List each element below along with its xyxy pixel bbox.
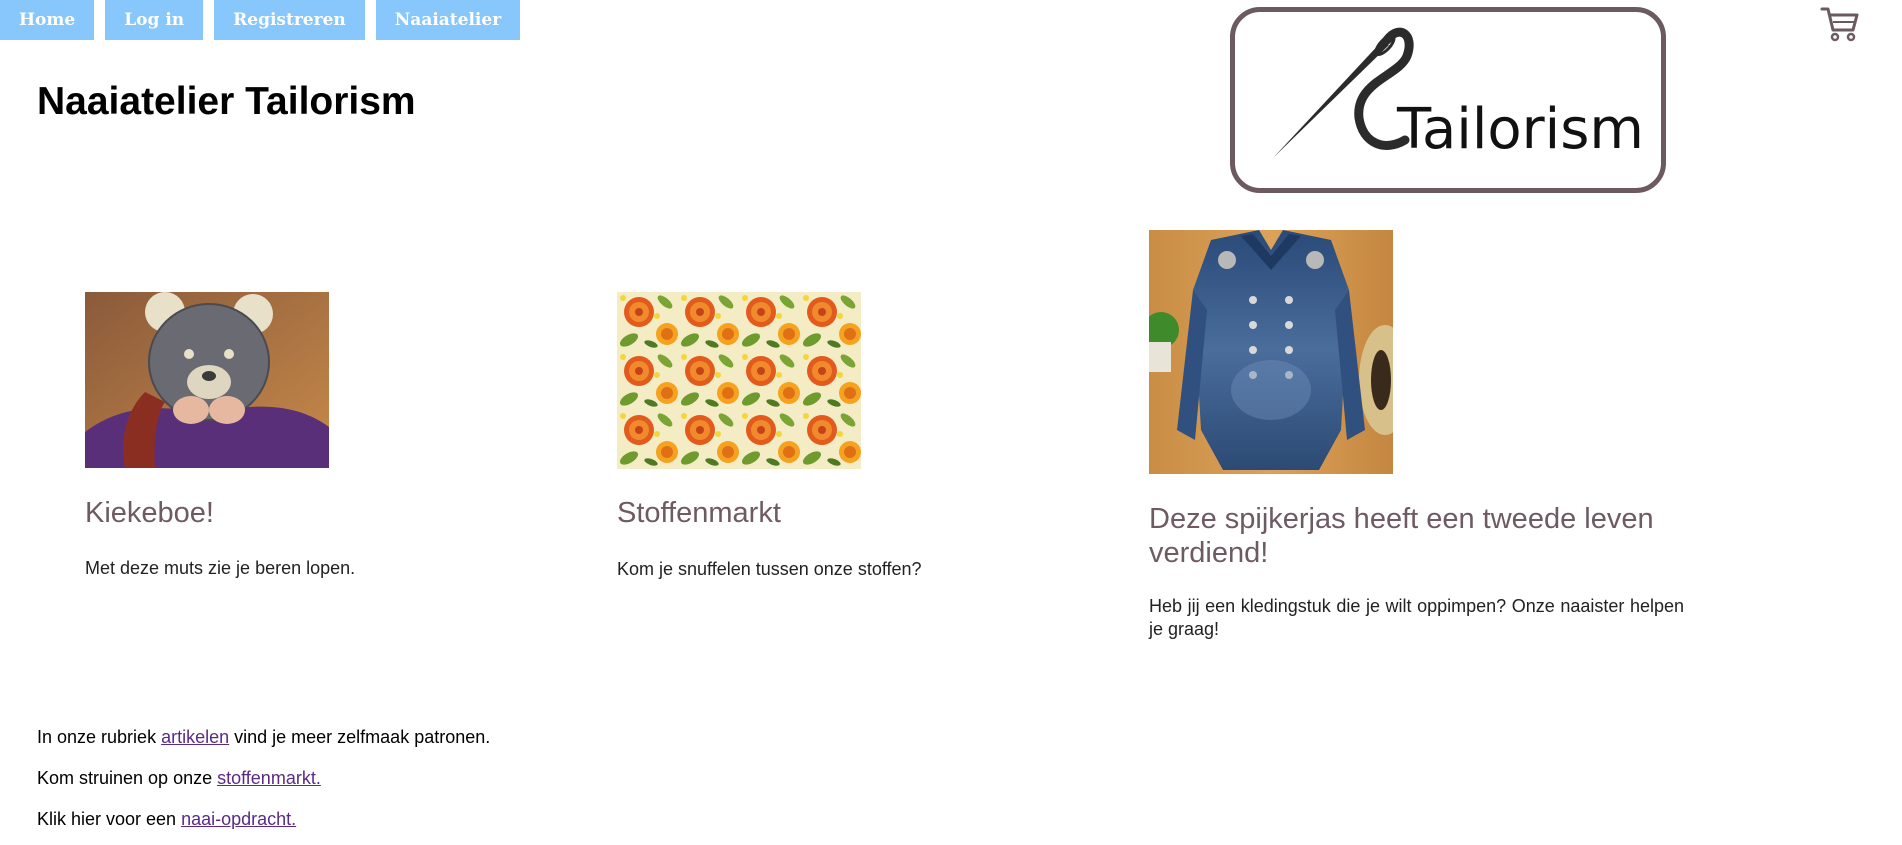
sewing-order-link[interactable]: naai-opdracht. xyxy=(181,809,296,829)
footer-text: Kom struinen op onze xyxy=(37,768,218,788)
page-title: Naaiatelier Tailorism xyxy=(37,80,416,123)
footer-text: In onze rubriek xyxy=(37,727,162,747)
page: Home Log in Registreren Naaiatelier Naai… xyxy=(0,0,1902,845)
logo-text: Tailorism xyxy=(1397,97,1644,162)
footer-line-sewing-order: Klik hier voor een naai-opdracht. xyxy=(37,809,296,830)
nav-home[interactable]: Home xyxy=(0,0,95,40)
shopping-cart-icon[interactable] xyxy=(1820,6,1860,47)
card-text: Kom je snuffelen tussen onze stoffen? xyxy=(617,559,922,579)
top-nav: Home Log in Registreren Naaiatelier xyxy=(0,0,521,40)
articles-link[interactable]: artikelen xyxy=(161,727,229,747)
card-text: Met deze muts zie je beren lopen. xyxy=(85,558,356,578)
nav-atelier[interactable]: Naaiatelier xyxy=(375,0,521,40)
card-title[interactable]: Deze spijkerjas heeft een tweede leven v… xyxy=(1149,502,1689,570)
footer-line-articles: In onze rubriek artikelen vind je meer z… xyxy=(37,727,490,748)
floral-fabric-image[interactable] xyxy=(617,292,861,469)
nav-login[interactable]: Log in xyxy=(105,0,204,40)
footer-line-fabric-market: Kom struinen op onze stoffenmarkt. xyxy=(37,768,321,789)
site-logo: Tailorism xyxy=(1230,7,1666,193)
bear-hat-image[interactable] xyxy=(85,292,329,468)
card-title[interactable]: Stoffenmarkt xyxy=(617,496,1157,530)
card-title[interactable]: Kiekeboe! xyxy=(85,496,625,530)
fabric-market-link[interactable]: stoffenmarkt. xyxy=(217,768,321,788)
denim-jacket-image[interactable] xyxy=(1149,230,1393,474)
footer-text: Klik hier voor een xyxy=(37,809,182,829)
card-text: Heb jij een kledingstuk die je wilt oppi… xyxy=(1149,596,1684,639)
footer-text: vind je meer zelfmaak patronen. xyxy=(229,727,491,747)
nav-register[interactable]: Registreren xyxy=(214,0,365,40)
